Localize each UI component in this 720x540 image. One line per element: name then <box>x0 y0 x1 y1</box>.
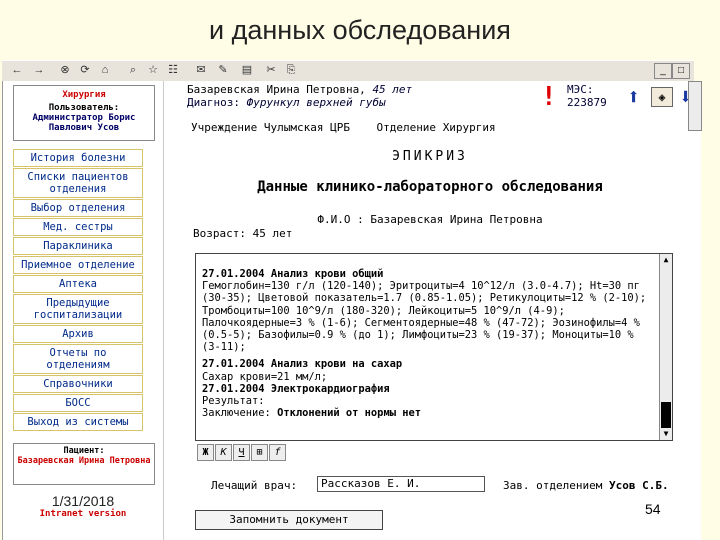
app-window: Хирургия Пользователь: Администратор Бор… <box>2 81 701 540</box>
menu-item-history[interactable]: История болезни <box>13 149 143 167</box>
cut-icon[interactable]: ✂ <box>264 64 278 77</box>
mes-label: МЭС: <box>567 83 594 96</box>
warning-icon: ! <box>541 82 557 112</box>
main-content: Базаревская Ирина Петровна, 45 лет Диагн… <box>175 81 692 540</box>
result-heading: 27.01.2004 Анализ крови общий <box>202 268 384 280</box>
scroll-down-icon[interactable]: ▼ <box>660 428 672 440</box>
age-value: 45 лет <box>252 227 293 240</box>
save-document-button[interactable]: Запомнить документ <box>195 510 383 530</box>
stop-icon[interactable]: ⊗ <box>58 64 72 77</box>
slide-title: и данных обследования <box>209 15 511 45</box>
results-text: 27.01.2004 Анализ крови общий Гемоглобин… <box>202 268 656 419</box>
forward-icon[interactable]: → <box>32 64 46 77</box>
institution-value: Чулымская ЦРБ <box>263 121 350 134</box>
user-info: Хирургия Пользователь: Администратор Бор… <box>13 85 155 141</box>
history-icon[interactable]: ☷ <box>166 64 180 77</box>
result-heading: 27.01.2004 Анализ крови на сахар <box>202 358 403 371</box>
menu-item-references[interactable]: Справочники <box>13 375 143 393</box>
user-label: Пользователь: <box>48 103 120 113</box>
menu-item-pharmacy[interactable]: Аптека <box>13 275 143 293</box>
table-button[interactable]: ⊞ <box>251 444 268 461</box>
fio-value: Базаревская Ирина Петровна <box>370 213 543 226</box>
search-icon[interactable]: ⌕ <box>126 64 140 77</box>
user-name: Администратор Борис Павлович Усов <box>32 113 136 133</box>
fio-line: Ф.И.О : Базаревская Ирина Петровна <box>175 213 685 226</box>
age-line: Возраст: 45 лет <box>193 227 292 240</box>
maximize-button[interactable]: □ <box>672 63 690 79</box>
department-label: Отделение <box>376 121 437 134</box>
page-number: 54 <box>645 501 661 517</box>
patient-label: Пациент: <box>63 446 105 456</box>
age-label: Возраст: <box>193 227 246 240</box>
menu-item-reports[interactable]: Отчеты по отделениям <box>13 344 143 374</box>
doctor-input[interactable]: Рассказов Е. И. <box>317 476 485 492</box>
menu-item-admission[interactable]: Приемное отделение <box>13 256 143 274</box>
chief-label: Зав. отделением <box>503 479 603 492</box>
patient-info: Пациент: Базаревская Ирина Петровна <box>13 443 155 485</box>
scroll-up-icon[interactable]: ▲ <box>660 254 672 266</box>
italic-button[interactable]: К <box>215 444 232 461</box>
intranet-version: Intranet version <box>39 509 127 519</box>
cube-icon[interactable]: ◈ <box>651 87 673 107</box>
formula-button[interactable]: f <box>269 444 286 461</box>
header-age: 45 лет <box>372 83 413 96</box>
result-text: Результат: <box>202 395 265 408</box>
slide-date: 1/31/2018 <box>51 493 115 509</box>
favorites-icon[interactable]: ☆ <box>146 64 160 77</box>
app-name: Хирургия <box>62 90 106 100</box>
result-text: Сахар крови=21 мм/л; <box>202 370 328 383</box>
conclusion-value: Отклонений от нормы нет <box>277 407 421 420</box>
sidebar-footer: 1/31/2018 Intranet version <box>13 493 153 533</box>
chief-line: Зав. отделением Усов С.Б. <box>503 479 669 492</box>
results-textarea[interactable]: 27.01.2004 Анализ крови общий Гемоглобин… <box>195 253 673 441</box>
patient-name: Базаревская Ирина Петровна <box>17 456 151 466</box>
back-icon[interactable]: ← <box>10 64 24 77</box>
sidebar: Хирургия Пользователь: Администратор Бор… <box>3 81 164 540</box>
menu-item-nurses[interactable]: Мед. сестры <box>13 218 143 236</box>
conclusion-label: Заключение: <box>202 407 271 420</box>
result-text: Гемоглобин=130 г/л (120-140); Эритроциты… <box>202 280 647 354</box>
format-toolbar: Ж К Ч ⊞ f <box>197 440 287 461</box>
print-icon[interactable]: ▤ <box>240 64 254 77</box>
page-scrollbar[interactable] <box>688 81 702 131</box>
arrow-up-icon[interactable]: ⬆ <box>627 85 640 110</box>
menu-item-select-dept[interactable]: Выбор отделения <box>13 199 143 217</box>
result-heading: 27.01.2004 Электрокардиография <box>202 382 390 395</box>
menu-item-archive[interactable]: Архив <box>13 325 143 343</box>
doctor-label: Лечащий врач: <box>211 479 298 492</box>
menu-item-boss[interactable]: БОСС <box>13 394 143 412</box>
refresh-icon[interactable]: ⟳ <box>78 64 92 77</box>
mes-value: 223879 <box>567 96 607 109</box>
bold-button[interactable]: Ж <box>197 444 214 461</box>
institution-line: Учреждение Чулымская ЦРБ Отделение Хирур… <box>191 121 496 134</box>
diag-value: Фурункул верхней губы <box>246 96 386 109</box>
underline-button[interactable]: Ч <box>233 444 250 461</box>
document-title: Данные клинико-лабораторного обследовани… <box>257 179 603 195</box>
copy-icon[interactable]: ⎘ <box>284 64 298 77</box>
fio-label: Ф.И.О : <box>317 213 364 226</box>
minimize-button[interactable]: _ <box>654 63 672 79</box>
browser-toolbar: ← → ⊗ ⟳ ⌂ ⌕ ☆ ☷ ✉ ✎ ▤ ✂ ⎘ _ □ <box>2 60 694 82</box>
menu-item-exit[interactable]: Выход из системы <box>13 413 143 431</box>
menu-item-paraclinic[interactable]: Параклиника <box>13 237 143 255</box>
menu-item-previous[interactable]: Предыдущие госпитализации <box>13 294 143 324</box>
header-patient-name: Базаревская Ирина Петровна, <box>187 83 366 96</box>
home-icon[interactable]: ⌂ <box>98 64 112 77</box>
diag-label: Диагноз: <box>187 96 240 109</box>
mes-code: МЭС: 223879 <box>567 83 607 109</box>
institution-label: Учреждение <box>191 121 258 134</box>
chief-value: Усов С.Б. <box>608 479 669 492</box>
edit-icon[interactable]: ✎ <box>216 64 230 77</box>
signature-row: Лечащий врач: Рассказов Е. И. Зав. отдел… <box>211 476 681 492</box>
mail-icon[interactable]: ✉ <box>194 64 208 77</box>
department-value: Хирургия <box>442 121 496 134</box>
main-menu: История болезни Списки пациентов отделен… <box>13 149 153 432</box>
epicrisis-heading: ЭПИКРИЗ <box>392 149 468 164</box>
textarea-scrollbar[interactable]: ▲ ▼ <box>659 254 672 440</box>
menu-item-patient-lists[interactable]: Списки пациентов отделения <box>13 168 143 198</box>
patient-header: Базаревская Ирина Петровна, 45 лет Диагн… <box>187 83 547 109</box>
scroll-thumb[interactable] <box>661 402 671 428</box>
